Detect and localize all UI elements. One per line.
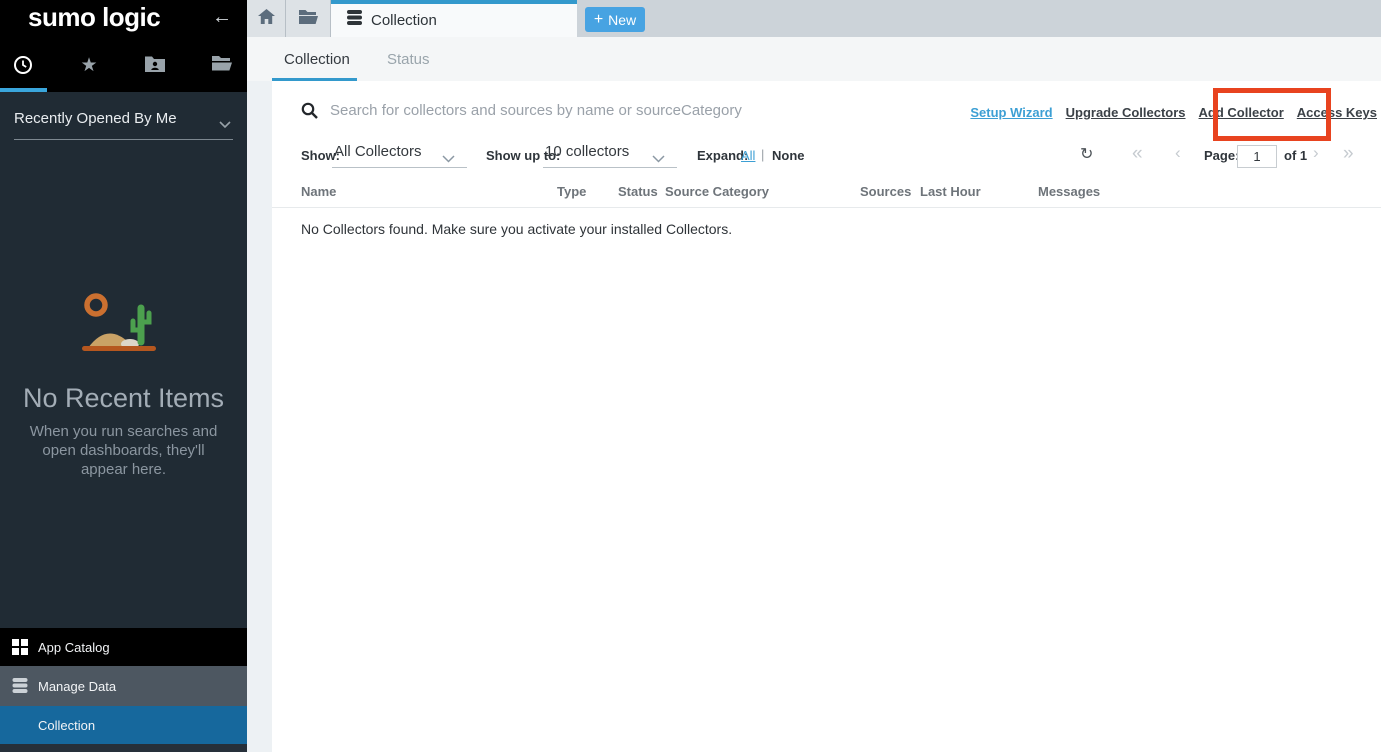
sidebar-header: sumo logic ← ★ bbox=[0, 0, 247, 92]
subtab-status[interactable]: Status bbox=[387, 51, 430, 68]
page-number-input[interactable] bbox=[1237, 145, 1277, 168]
plus-icon: + bbox=[594, 12, 603, 28]
subtab-row: Collection Status bbox=[247, 37, 1381, 81]
add-collector-link[interactable]: Add Collector bbox=[1199, 105, 1284, 120]
new-tab-button[interactable]: + New bbox=[585, 7, 645, 32]
chevron-down-icon bbox=[219, 116, 231, 133]
sidebar-item-label: Manage Data bbox=[38, 679, 116, 694]
folder-tabs-button[interactable] bbox=[286, 0, 331, 37]
column-status[interactable]: Status bbox=[618, 184, 658, 199]
search-input[interactable] bbox=[330, 97, 950, 123]
column-name[interactable]: Name bbox=[301, 184, 336, 199]
desert-illustration bbox=[78, 292, 164, 359]
last-page-button[interactable]: » bbox=[1343, 143, 1354, 165]
sidebar-item-app-catalog[interactable]: App Catalog bbox=[0, 628, 247, 666]
no-recent-items-title: No Recent Items bbox=[0, 383, 247, 414]
first-page-button[interactable]: « bbox=[1132, 143, 1143, 165]
sidebar-item-collection[interactable]: Collection bbox=[0, 706, 247, 744]
column-sources[interactable]: Sources bbox=[860, 184, 911, 199]
database-icon bbox=[347, 10, 362, 31]
home-icon bbox=[258, 9, 275, 29]
recent-section-label: Recently Opened By Me bbox=[14, 110, 177, 127]
empty-table-message: No Collectors found. Make sure you activ… bbox=[301, 221, 732, 237]
tab-collection[interactable]: Collection bbox=[331, 0, 577, 37]
favorites-icon[interactable]: ★ bbox=[78, 55, 100, 77]
show-up-to-dropdown[interactable]: 10 collectors bbox=[543, 141, 677, 168]
previous-page-button[interactable]: ‹ bbox=[1175, 143, 1181, 163]
access-keys-link[interactable]: Access Keys bbox=[1297, 105, 1377, 120]
collection-content: Setup Wizard Upgrade Collectors Add Coll… bbox=[272, 81, 1381, 752]
table-header: Name Type Status Source Category Sources… bbox=[272, 184, 1381, 207]
next-page-button[interactable]: › bbox=[1313, 143, 1319, 163]
refresh-icon[interactable]: ↻ bbox=[1080, 144, 1093, 164]
column-last-hour[interactable]: Last Hour bbox=[920, 184, 981, 199]
library-icon[interactable] bbox=[211, 55, 233, 77]
content-gutter bbox=[247, 81, 272, 752]
collapse-sidebar-icon[interactable]: ← bbox=[212, 6, 232, 29]
upgrade-collectors-link[interactable]: Upgrade Collectors bbox=[1066, 105, 1186, 120]
column-type[interactable]: Type bbox=[557, 184, 586, 199]
column-source-category[interactable]: Source Category bbox=[665, 184, 769, 199]
table-header-divider bbox=[272, 207, 1381, 208]
show-dropdown-value: All Collectors bbox=[334, 143, 422, 160]
subtab-collection[interactable]: Collection bbox=[284, 51, 350, 68]
show-dropdown[interactable]: All Collectors bbox=[332, 141, 467, 168]
folder-icon bbox=[299, 9, 318, 29]
sidebar-item-partial bbox=[0, 744, 247, 752]
sidebar-item-label: App Catalog bbox=[38, 640, 110, 655]
sidebar: sumo logic ← ★ Recently Opened By Me bbox=[0, 0, 247, 752]
expand-divider: | bbox=[761, 147, 764, 162]
recent-section-dropdown[interactable]: Recently Opened By Me bbox=[14, 110, 233, 140]
show-up-to-dropdown-value: 10 collectors bbox=[545, 143, 629, 160]
active-nav-underline bbox=[0, 88, 47, 92]
home-button[interactable] bbox=[247, 0, 286, 37]
no-recent-items-description: When you run searches and open dashboard… bbox=[18, 422, 229, 479]
recent-icon[interactable] bbox=[12, 55, 34, 77]
sidebar-item-label: Collection bbox=[38, 718, 95, 733]
top-tab-bar: Collection + New bbox=[247, 0, 1381, 37]
grid-icon bbox=[12, 639, 28, 655]
sumo-logic-logo: sumo logic bbox=[28, 2, 160, 33]
expand-all-link[interactable]: All bbox=[741, 148, 755, 163]
chevron-down-icon bbox=[652, 150, 665, 168]
sidebar-menu: App Catalog Manage Data Collection bbox=[0, 628, 247, 752]
tab-label: Collection bbox=[371, 12, 437, 29]
setup-wizard-link[interactable]: Setup Wizard bbox=[970, 105, 1052, 120]
database-icon bbox=[12, 678, 28, 694]
search-icon bbox=[301, 102, 318, 124]
column-messages[interactable]: Messages bbox=[1038, 184, 1100, 199]
shared-content-icon[interactable] bbox=[144, 55, 166, 77]
page-count-text: of 1 bbox=[1284, 148, 1307, 163]
new-button-label: New bbox=[608, 12, 636, 28]
page-label: Page: bbox=[1204, 148, 1239, 163]
header-links: Setup Wizard Upgrade Collectors Add Coll… bbox=[970, 105, 1377, 120]
expand-none-link[interactable]: None bbox=[772, 148, 805, 163]
chevron-down-icon bbox=[442, 150, 455, 168]
sidebar-item-manage-data[interactable]: Manage Data bbox=[0, 666, 247, 706]
